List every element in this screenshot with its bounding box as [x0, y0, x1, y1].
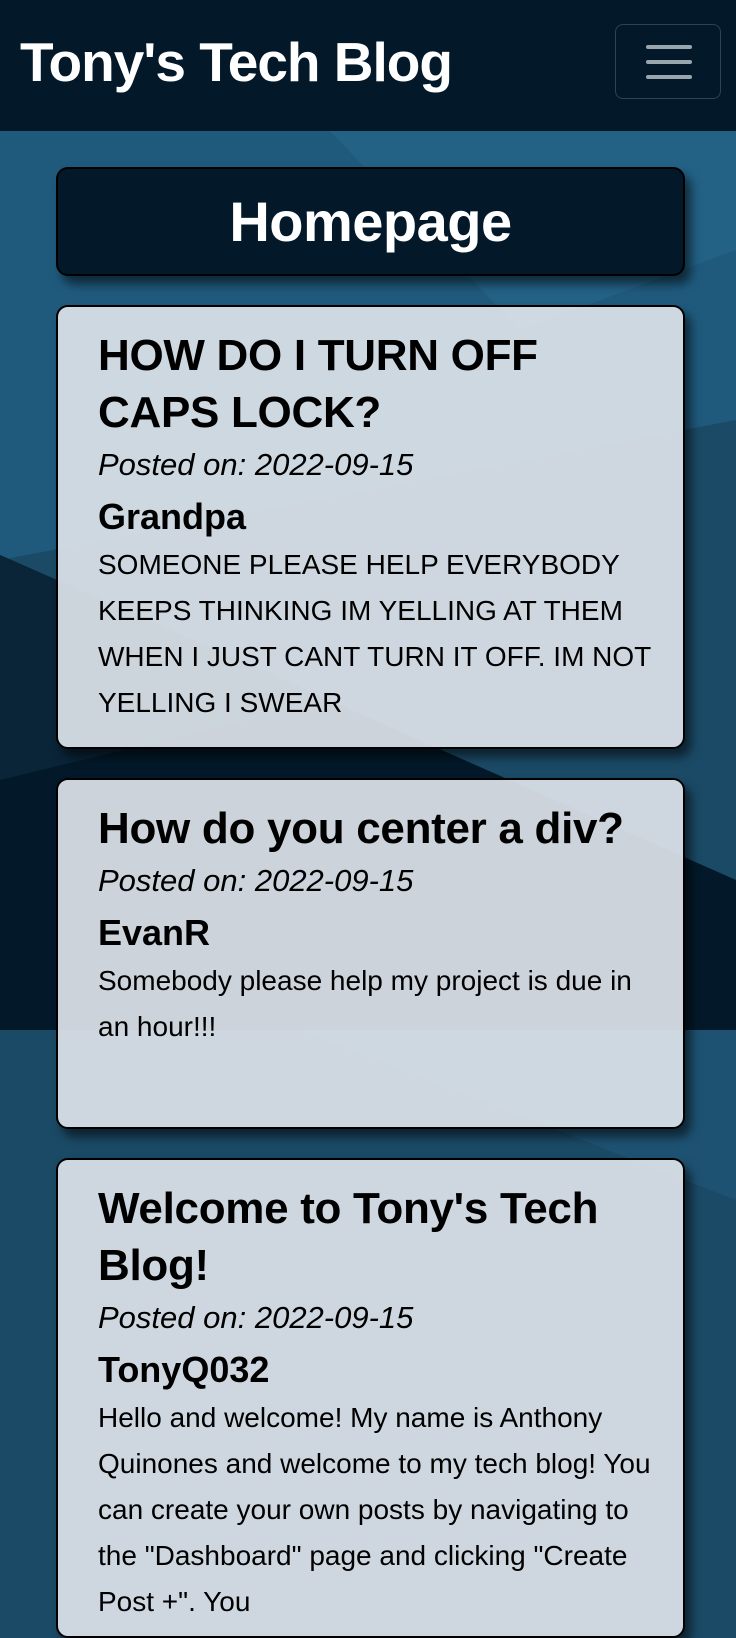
post-title[interactable]: HOW DO I TURN OFF CAPS LOCK?: [98, 327, 653, 441]
post-date: Posted on: 2022-09-15: [98, 863, 414, 898]
post-body: Somebody please help my project is due i…: [98, 965, 632, 1042]
post-card[interactable]: HOW DO I TURN OFF CAPS LOCK? Posted on: …: [56, 305, 685, 749]
navbar: Tony's Tech Blog: [0, 0, 736, 131]
post-card[interactable]: Welcome to Tony's Tech Blog! Posted on: …: [56, 1158, 685, 1638]
post-body: SOMEONE PLEASE HELP EVERYBODY KEEPS THIN…: [98, 549, 651, 718]
post-title[interactable]: How do you center a div?: [98, 800, 653, 857]
post-card[interactable]: How do you center a div? Posted on: 2022…: [56, 778, 685, 1129]
post-title[interactable]: Welcome to Tony's Tech Blog!: [98, 1180, 653, 1294]
post-body: Hello and welcome! My name is Anthony Qu…: [98, 1402, 651, 1617]
brand-link[interactable]: Tony's Tech Blog: [20, 30, 453, 94]
post-author: Grandpa: [98, 496, 247, 537]
post-date: Posted on: 2022-09-15: [98, 447, 414, 482]
post-author: TonyQ032: [98, 1349, 270, 1390]
main-content: Homepage HOW DO I TURN OFF CAPS LOCK? Po…: [0, 0, 736, 1638]
page-title: Homepage: [229, 190, 512, 253]
navbar-toggler-button[interactable]: [615, 24, 721, 99]
page-header: Homepage: [56, 167, 685, 276]
post-date: Posted on: 2022-09-15: [98, 1300, 414, 1335]
post-author: EvanR: [98, 912, 211, 953]
